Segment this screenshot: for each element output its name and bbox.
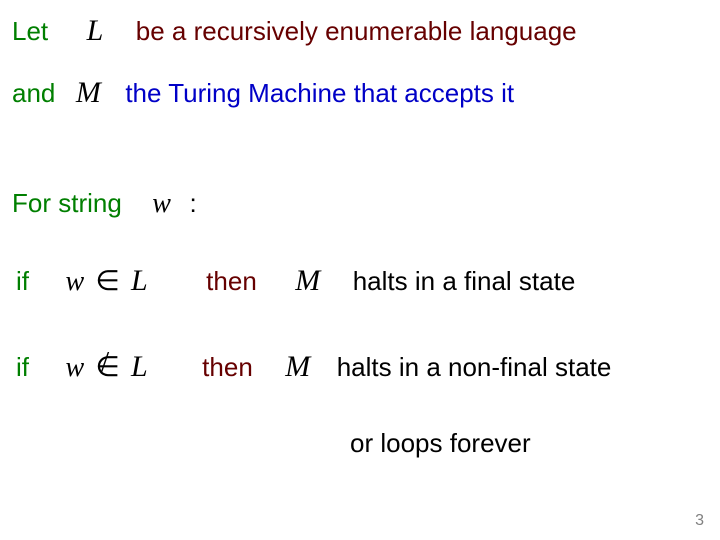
page-number: 3	[695, 512, 704, 530]
line-for-string: For string w :	[12, 188, 197, 220]
case-w-notin-L: if w ∈ / L then M halts in a non-final s…	[16, 350, 611, 384]
text-halts-nonfinal: halts in a non-final state	[337, 352, 612, 382]
symbol-L: L	[87, 14, 104, 47]
word-if-2: if	[16, 352, 29, 382]
colon: :	[189, 188, 196, 218]
text-or-loops: or loops forever	[350, 428, 531, 459]
text-halts-final: halts in a final state	[353, 266, 576, 296]
word-if-1: if	[16, 266, 29, 296]
line-and: and M the Turing Machine that accepts it	[12, 76, 514, 110]
symbol-M-1: M	[76, 76, 101, 109]
symbol-notin: ∈ /	[91, 350, 123, 384]
symbol-M-3: M	[285, 350, 310, 383]
text-for-string: For string	[12, 188, 122, 218]
symbol-L-3: L	[131, 350, 148, 383]
word-and: and	[12, 78, 55, 108]
word-then-1: then	[206, 266, 257, 296]
text-re-language: be a recursively enumerable language	[136, 16, 577, 46]
symbol-w-1: w	[152, 188, 171, 219]
symbol-w-2: w	[65, 266, 84, 297]
word-then-2: then	[202, 352, 253, 382]
symbol-L-2: L	[131, 264, 148, 297]
symbol-M-2: M	[295, 264, 320, 297]
case-w-in-L: if w ∈ L then M halts in a final state	[16, 264, 575, 298]
symbol-w-3: w	[65, 352, 84, 383]
symbol-slash: /	[101, 345, 110, 380]
word-let: Let	[12, 16, 48, 46]
slide: Let L be a recursively enumerable langua…	[0, 0, 720, 540]
text-turing-machine: the Turing Machine that accepts it	[125, 78, 514, 108]
symbol-in: ∈	[91, 266, 123, 297]
line-let: Let L be a recursively enumerable langua…	[12, 14, 577, 48]
